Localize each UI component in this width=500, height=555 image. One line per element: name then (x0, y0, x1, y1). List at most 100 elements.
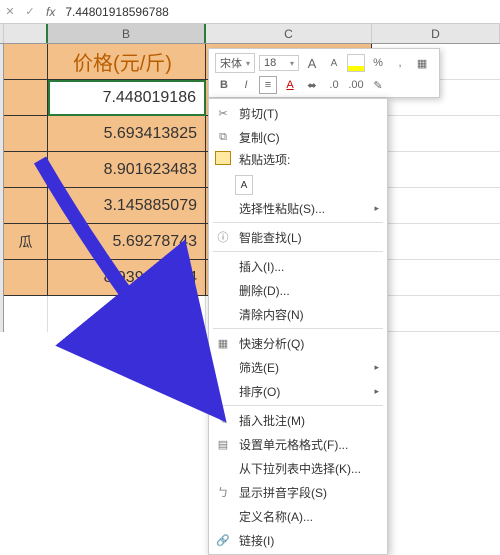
comment-icon: ✎ (215, 412, 231, 428)
cell[interactable]: 5.693413825 (48, 116, 206, 152)
col-header-c[interactable]: C (206, 24, 372, 43)
menu-label: 清除内容(N) (239, 306, 304, 323)
cell[interactable] (4, 188, 48, 224)
fill-color-icon[interactable] (347, 54, 365, 72)
percent-icon[interactable]: % (369, 54, 387, 72)
menu-label: 粘贴选项: (239, 153, 290, 167)
scissors-icon: ✂ (215, 105, 231, 121)
chevron-down-icon: ▾ (290, 59, 294, 68)
menu-smart-lookup[interactable]: ⓘ 智能查找(L) (209, 225, 387, 249)
menu-cut[interactable]: ✂ 剪切(T) (209, 101, 387, 125)
cell[interactable] (372, 116, 500, 152)
format-painter-icon[interactable]: ✎ (369, 76, 387, 94)
menu-quick-analysis[interactable]: ▦ 快速分析(Q) (209, 331, 387, 355)
inc-decimal-icon[interactable]: .00 (347, 76, 365, 94)
cell[interactable]: 8.901623483 (48, 152, 206, 188)
menu-label: 链接(I) (239, 532, 274, 549)
menu-label: 从下拉列表中选择(K)... (239, 460, 361, 477)
menu-insert[interactable]: 插入(I)... (209, 254, 387, 278)
cell[interactable]: 3.145885079 (48, 188, 206, 224)
inc-font-icon[interactable]: A (303, 54, 321, 72)
menu-separator (213, 328, 383, 329)
paste-option-a[interactable]: A (235, 175, 253, 195)
font-select[interactable]: 宋体 ▾ (215, 53, 255, 73)
merge-icon[interactable]: ⬌ (303, 76, 321, 94)
menu-sort[interactable]: 排序(O) (209, 379, 387, 403)
font-color-icon[interactable]: A (281, 76, 299, 94)
formula-confirm-icon[interactable]: ✓ (20, 5, 40, 18)
lookup-icon: ⓘ (215, 229, 231, 245)
cell[interactable] (4, 116, 48, 152)
col-header-d[interactable]: D (372, 24, 500, 43)
italic-icon[interactable]: I (237, 76, 255, 94)
menu-label: 插入批注(M) (239, 412, 305, 429)
font-size-select[interactable]: 18 ▾ (259, 55, 299, 71)
cell[interactable]: 8.939629854 (48, 260, 206, 296)
menu-paste-special[interactable]: 选择性粘贴(S)... (209, 196, 387, 220)
menu-label: 智能查找(L) (239, 229, 302, 246)
context-menu: ✂ 剪切(T) ⧉ 复制(C) 粘贴选项: A 选择性粘贴(S)... ⓘ 智能查找(… (208, 98, 388, 555)
borders-icon[interactable]: ▦ (413, 54, 431, 72)
col-header-a[interactable] (4, 24, 48, 43)
menu-filter[interactable]: 筛选(E) (209, 355, 387, 379)
menu-hyperlink[interactable]: 🔗 链接(I) (209, 528, 387, 552)
cell[interactable]: 价格(元/斤) (48, 44, 206, 80)
menu-label: 复制(C) (239, 129, 280, 146)
fx-icon[interactable]: fx (46, 5, 55, 19)
cell[interactable] (4, 296, 48, 332)
menu-delete[interactable]: 删除(D)... (209, 278, 387, 302)
font-name: 宋体 (220, 55, 242, 71)
cell[interactable]: 瓜 (4, 224, 48, 260)
menu-copy[interactable]: ⧉ 复制(C) (209, 125, 387, 149)
font-size: 18 (264, 57, 276, 69)
cell[interactable] (372, 224, 500, 260)
cell[interactable] (372, 260, 500, 296)
chevron-down-icon: ▾ (246, 59, 250, 68)
dec-decimal-icon[interactable]: .0 (325, 76, 343, 94)
menu-separator (213, 222, 383, 223)
menu-insert-comment[interactable]: ✎ 插入批注(M) (209, 408, 387, 432)
col-header-b[interactable]: B (48, 24, 206, 43)
menu-define-name[interactable]: 定义名称(A)... (209, 504, 387, 528)
cell[interactable] (4, 260, 48, 296)
cell[interactable] (48, 296, 206, 332)
cell[interactable] (372, 152, 500, 188)
menu-label: 删除(D)... (239, 282, 290, 299)
menu-label: 剪切(T) (239, 105, 278, 122)
menu-format-cells[interactable]: ▤ 设置单元格格式(F)... (209, 432, 387, 456)
pinyin-icon: ㄅ (215, 484, 231, 500)
align-icon[interactable]: ≡ (259, 76, 277, 94)
dec-font-icon[interactable]: A (325, 54, 343, 72)
cell[interactable] (372, 188, 500, 224)
format-icon: ▤ (215, 436, 231, 452)
bold-icon[interactable]: B (215, 76, 233, 94)
link-icon: 🔗 (215, 532, 231, 548)
copy-icon: ⧉ (215, 129, 231, 145)
cell[interactable] (4, 80, 48, 116)
column-headers: B C D (0, 24, 500, 44)
menu-clear[interactable]: 清除内容(N) (209, 302, 387, 326)
menu-label: 排序(O) (239, 383, 280, 400)
formula-cancel-icon[interactable]: ✕ (0, 5, 20, 18)
menu-dropdown-select[interactable]: 从下拉列表中选择(K)... (209, 456, 387, 480)
menu-separator (213, 405, 383, 406)
cell[interactable] (372, 296, 500, 332)
comma-icon[interactable]: , (391, 54, 409, 72)
menu-label: 快速分析(Q) (239, 335, 304, 352)
quick-analysis-icon: ▦ (215, 335, 231, 351)
cell[interactable] (4, 44, 48, 80)
menu-label: 选择性粘贴(S)... (239, 200, 325, 217)
clipboard-icon (215, 151, 231, 165)
menu-pinyin[interactable]: ㄅ显示拼音字段(S) (209, 480, 387, 504)
menu-label: 插入(I)... (239, 258, 284, 275)
mini-toolbar: 宋体 ▾ 18 ▾ A A % , ▦ B I ≡ A ⬌ .0 .00 ✎ (208, 48, 440, 98)
active-cell[interactable]: 7.448019186 (48, 80, 206, 116)
cell[interactable] (4, 152, 48, 188)
formula-bar: ✕ ✓ fx 7.44801918596788 (0, 0, 500, 24)
menu-label: 筛选(E) (239, 359, 279, 376)
formula-value[interactable]: 7.44801918596788 (61, 5, 500, 19)
menu-separator (213, 251, 383, 252)
menu-label: 显示拼音字段(S) (239, 484, 327, 501)
cell[interactable]: 5.69278743 (48, 224, 206, 260)
menu-label: 设置单元格格式(F)... (239, 436, 348, 453)
